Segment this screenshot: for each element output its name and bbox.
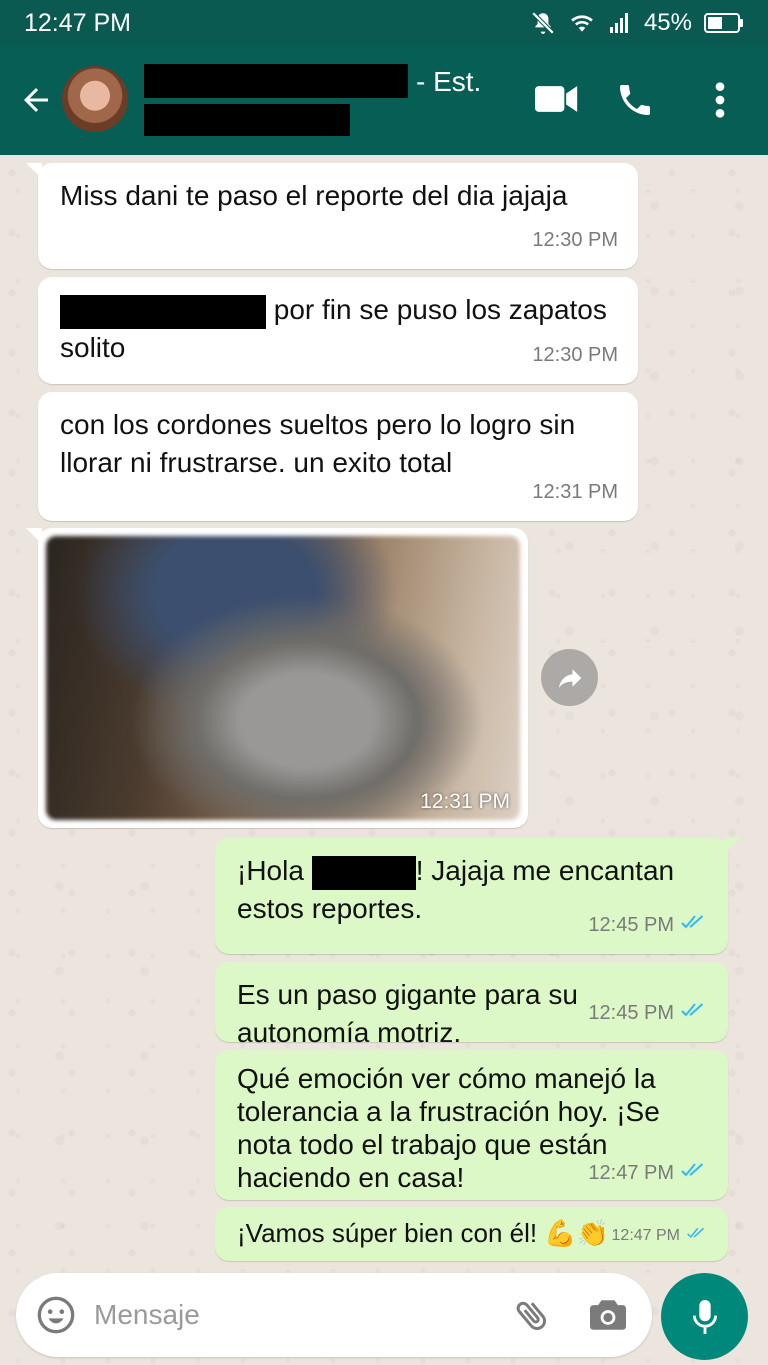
mic-button[interactable] xyxy=(661,1273,748,1360)
message-time: 12:45 PM xyxy=(588,1002,674,1024)
contact-avatar[interactable] xyxy=(62,66,128,132)
redacted-contact-name[interactable] xyxy=(144,64,408,98)
message-time: 12:30 PM xyxy=(532,229,618,251)
message-image[interactable]: 12:31 PM xyxy=(26,528,528,828)
redacted-name xyxy=(311,855,416,890)
battery-icon xyxy=(704,12,744,34)
read-ticks-icon xyxy=(680,1157,708,1190)
message-time: 12:47 PM xyxy=(588,1162,674,1184)
message-outgoing[interactable]: Qué emoción ver cómo manejó la toleranci… xyxy=(215,1050,728,1200)
message-input[interactable] xyxy=(94,1293,484,1337)
mic-icon xyxy=(692,1299,717,1334)
contact-name-suffix: - Est. xyxy=(416,66,482,97)
message-outgoing[interactable]: ¡Hola ! Jajaja me encantan estos reporte… xyxy=(215,838,740,954)
message-incoming[interactable]: por fin se puso los zapatos solito 12:30… xyxy=(38,277,638,384)
video-call-icon[interactable] xyxy=(535,84,579,119)
redacted-child-name xyxy=(60,294,266,329)
message-incoming[interactable]: Miss dani te paso el reporte del dia jaj… xyxy=(26,163,638,269)
message-composer xyxy=(16,1273,652,1357)
status-time: 12:47 PM xyxy=(24,8,132,37)
read-ticks-icon xyxy=(680,906,708,944)
message-incoming[interactable]: con los cordones sueltos pero lo logro s… xyxy=(38,392,638,521)
forward-button[interactable] xyxy=(541,649,598,706)
message-text-start: ¡Hola xyxy=(237,855,312,886)
phone-icon[interactable] xyxy=(615,80,655,125)
redacted-contact-status xyxy=(144,104,350,136)
emoji-icon[interactable] xyxy=(36,1295,76,1340)
message-outgoing[interactable]: Es un paso gigante para su autonomía mot… xyxy=(215,962,728,1048)
message-time: 12:45 PM xyxy=(588,914,674,936)
more-vert-icon[interactable] xyxy=(712,80,728,125)
wifi-icon xyxy=(568,10,596,36)
attach-icon[interactable] xyxy=(512,1295,552,1340)
message-time: 12:47 PM xyxy=(611,1227,680,1244)
camera-icon[interactable] xyxy=(588,1297,628,1338)
battery-percent: 45% xyxy=(643,9,692,36)
status-bar: 12:47 PM 45% xyxy=(0,0,768,46)
back-arrow-icon[interactable] xyxy=(18,82,54,118)
message-text: Miss dani te paso el reporte del dia jaj… xyxy=(60,180,568,211)
chat-header: - Est. xyxy=(0,46,768,155)
read-ticks-icon xyxy=(686,1219,708,1253)
signal-icon xyxy=(608,11,632,35)
mute-icon xyxy=(530,10,556,36)
read-ticks-icon xyxy=(680,994,708,1032)
message-text: con los cordones sueltos pero lo logro s… xyxy=(60,409,576,478)
message-time: 12:31 PM xyxy=(532,481,618,503)
message-time: 12:30 PM xyxy=(532,344,618,366)
message-outgoing[interactable]: ¡Vamos súper bien con él! 💪👏 12:47 PM xyxy=(215,1207,728,1261)
shoe-photo[interactable] xyxy=(46,536,520,820)
message-time: 12:31 PM xyxy=(420,790,510,813)
forward-icon xyxy=(558,668,581,688)
message-text: Es un paso gigante para su autonomía mot… xyxy=(237,979,578,1048)
